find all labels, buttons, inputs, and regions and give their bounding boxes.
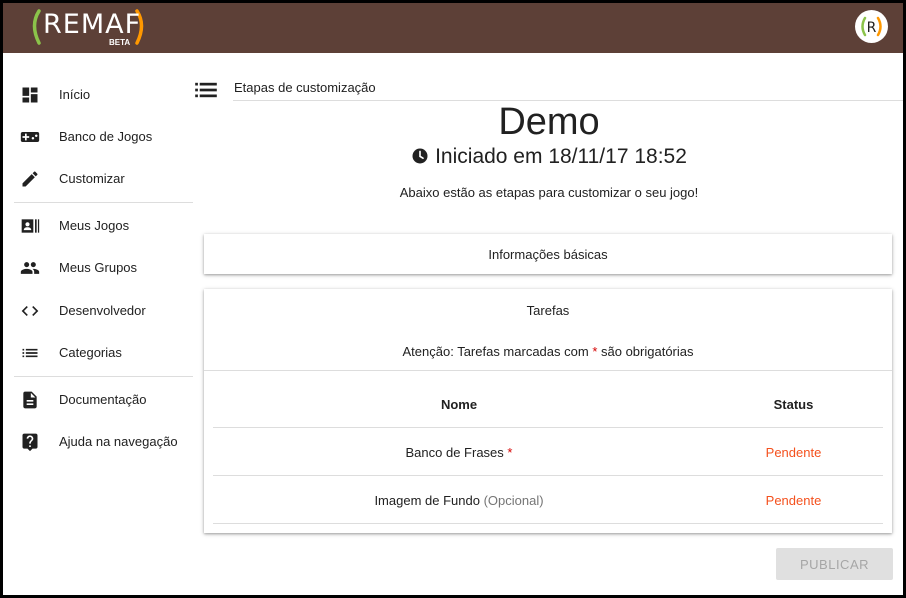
status-badge: Pendente	[765, 493, 822, 508]
logo-text: REMAF	[43, 9, 142, 40]
intro-text: Abaixo estão as etapas para customizar o…	[399, 185, 699, 200]
sidebar-item-desenvolvedor[interactable]: Desenvolvedor	[3, 291, 199, 331]
sidebar-item-label: Categorias	[59, 345, 122, 360]
row-divider	[213, 523, 883, 524]
warning-suffix: são obrigatórias	[601, 344, 694, 359]
tasks-warning: Atenção: Tarefas marcadas com * são obri…	[204, 344, 892, 359]
avatar-logo-icon: R	[855, 10, 888, 43]
sidebar-divider	[14, 202, 193, 203]
avatar-letter: R	[867, 20, 877, 36]
basic-info-title: Informações básicas	[488, 247, 608, 262]
sidebar-item-meus-grupos[interactable]: Meus Grupos	[3, 248, 199, 288]
sidebar-item-customizar[interactable]: Customizar	[3, 159, 199, 199]
sidebar-item-label: Início	[59, 87, 91, 102]
sidebar-item-label: Meus Jogos	[59, 218, 130, 233]
publish-button[interactable]: PUBLICAR	[776, 548, 893, 580]
task-name-cell: Banco de Frases *	[213, 445, 705, 460]
optional-marker: (Opcional)	[483, 493, 544, 508]
help-icon	[22, 433, 38, 452]
logo-beta-badge: BETA	[109, 38, 131, 47]
contact-list-icon	[21, 219, 40, 233]
people-icon	[20, 262, 40, 274]
tasks-card: Tarefas Atenção: Tarefas marcadas com * …	[204, 289, 892, 533]
page-title: Etapas de customização	[234, 80, 376, 95]
dashboard-icon	[22, 87, 38, 103]
task-name: Banco de Frases	[405, 445, 504, 460]
column-header-name: Nome	[440, 397, 478, 412]
sidebar-item-banco-de-jogos[interactable]: Banco de Jogos	[3, 117, 199, 157]
started-info: Iniciado em 18/11/17 18:52	[203, 145, 895, 169]
document-icon	[23, 391, 37, 409]
tasks-title: Tarefas	[526, 303, 570, 318]
pencil-icon	[22, 171, 38, 187]
sidebar-divider	[14, 376, 193, 377]
task-name-cell: Imagem de Fundo (Opcional)	[213, 493, 705, 508]
required-marker: *	[507, 445, 513, 460]
logo[interactable]: REMAF BETA	[27, 5, 157, 49]
sidebar-item-label: Desenvolvedor	[59, 303, 146, 318]
sidebar-item-label: Ajuda na navegação	[59, 434, 178, 449]
sidebar-item-inicio[interactable]: Início	[3, 75, 199, 115]
sidebar-item-meus-jogos[interactable]: Meus Jogos	[3, 206, 199, 246]
required-marker: *	[592, 344, 598, 359]
basic-info-card[interactable]: Informações básicas	[204, 234, 892, 274]
sidebar-item-label: Meus Grupos	[59, 260, 138, 275]
column-header-status: Status	[773, 397, 814, 412]
user-avatar[interactable]: R	[855, 10, 888, 43]
clock-icon	[412, 148, 428, 164]
sidebar-item-label: Banco de Jogos	[59, 129, 153, 144]
row-divider	[213, 427, 883, 428]
warning-prefix: Atenção: Tarefas marcadas com	[402, 344, 589, 359]
sidebar-item-label: Documentação	[59, 392, 147, 407]
status-badge: Pendente	[765, 445, 822, 460]
sidebar-item-categorias[interactable]: Categorias	[3, 333, 199, 373]
steps-list-icon[interactable]	[195, 81, 217, 99]
sidebar: Início Banco de Jogos Customizar Meus Jo	[3, 53, 199, 595]
sidebar-item-ajuda[interactable]: Ajuda na navegação	[3, 422, 199, 462]
app-window: REMAF BETA R Início Banco de Jogos Custo…	[3, 3, 903, 595]
list-icon	[22, 348, 38, 358]
task-name: Imagem de Fundo	[374, 493, 480, 508]
tasks-divider	[204, 370, 892, 371]
game-title: Demo	[498, 101, 600, 143]
top-bar: REMAF BETA R	[3, 3, 903, 53]
row-divider	[213, 475, 883, 476]
sidebar-item-label: Customizar	[59, 171, 125, 186]
started-text: Iniciado em 18/11/17 18:52	[435, 145, 687, 168]
code-icon	[21, 306, 39, 316]
sidebar-item-documentacao[interactable]: Documentação	[3, 380, 199, 420]
gamepad-icon	[20, 132, 40, 142]
